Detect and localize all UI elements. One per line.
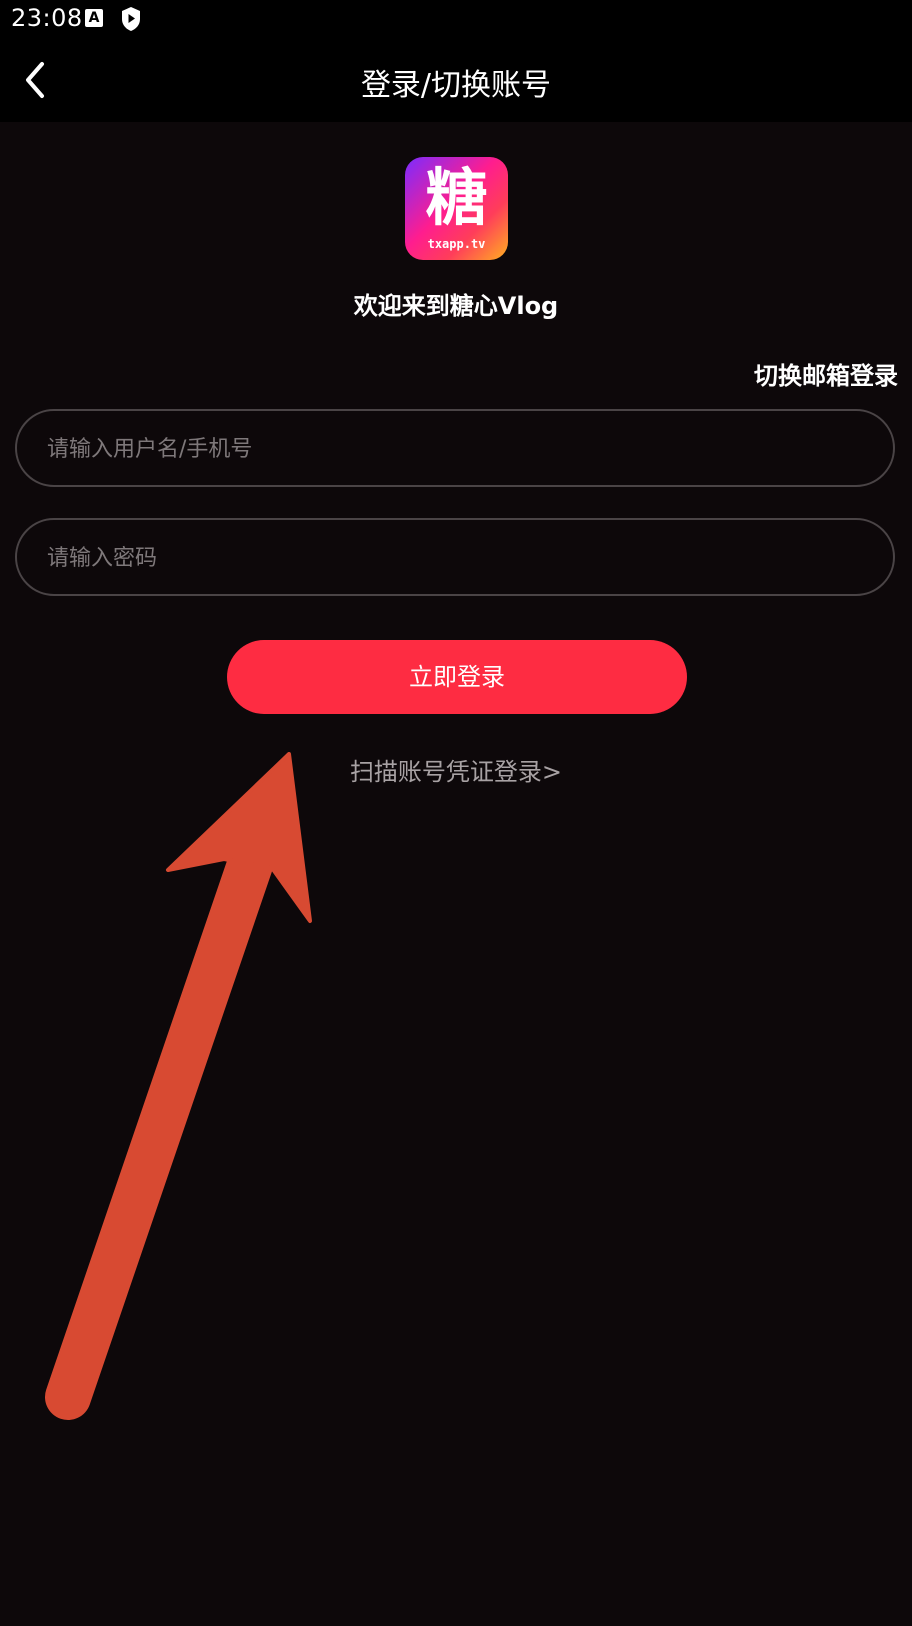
password-input[interactable] <box>45 520 869 596</box>
login-screen: 23:08 A 登录/切换账号 糖 txapp.tv 欢迎来到糖心Vlog 切换… <box>0 0 912 1626</box>
app-logo: 糖 txapp.tv <box>405 157 508 260</box>
username-field[interactable] <box>15 409 895 487</box>
status-time: 23:08 <box>11 4 83 32</box>
switch-email-login-link[interactable]: 切换邮箱登录 <box>754 356 898 391</box>
login-button[interactable]: 立即登录 <box>227 640 687 714</box>
scan-credential-login-link[interactable]: 扫描账号凭证登录> <box>0 752 912 787</box>
a-notification-icon: A <box>85 9 103 27</box>
password-field[interactable] <box>15 518 895 596</box>
header: 登录/切换账号 <box>0 40 912 122</box>
shield-play-icon <box>122 7 140 31</box>
page-title: 登录/切换账号 <box>360 68 552 103</box>
logo-char: 糖 <box>425 161 488 234</box>
status-bar: 23:08 A <box>0 0 912 40</box>
welcome-text: 欢迎来到糖心Vlog <box>353 292 559 320</box>
logo-text: txapp.tv <box>427 237 486 251</box>
username-input[interactable] <box>45 411 869 487</box>
